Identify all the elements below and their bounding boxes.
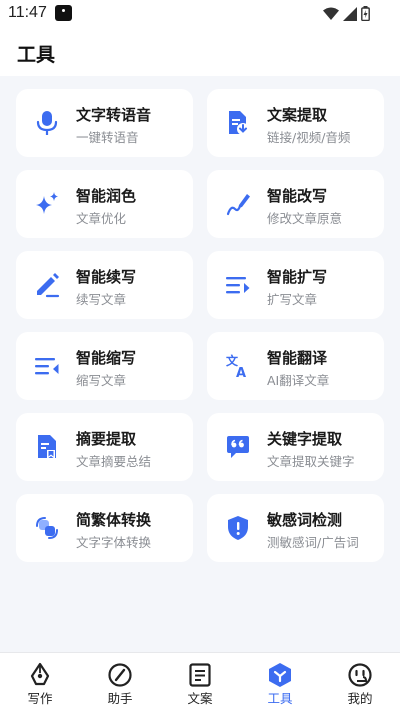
svg-text:A: A xyxy=(236,366,246,379)
quote-bubble-icon xyxy=(225,434,251,460)
camera-notification-icon xyxy=(55,5,72,21)
tool-card-translate[interactable]: 文 A 智能翻译 AI翻译文章 xyxy=(207,332,384,400)
tool-title: 智能润色 xyxy=(76,187,137,205)
tool-title: 敏感词检测 xyxy=(267,511,343,529)
tool-title: 智能改写 xyxy=(267,187,328,205)
tab-label: 我的 xyxy=(347,691,373,706)
tool-subtitle: 修改文章原意 xyxy=(267,211,343,226)
list-shrink-icon xyxy=(34,353,60,379)
tool-card-copy-extract[interactable]: 文案提取 链接/视频/音频 xyxy=(207,89,384,157)
tool-subtitle: 续写文章 xyxy=(76,292,127,307)
tool-title: 文字转语音 xyxy=(76,106,152,124)
tool-card-text-to-speech[interactable]: 文字转语音 一键转语音 xyxy=(16,89,193,157)
tool-card-polish[interactable]: 智能润色 文章优化 xyxy=(16,170,193,238)
compass-icon xyxy=(107,662,133,688)
tool-title: 智能翻译 xyxy=(267,349,328,367)
tool-card-summary[interactable]: 摘要提取 文章摘要总结 xyxy=(16,413,193,481)
convert-icon xyxy=(34,515,60,541)
document-icon xyxy=(187,662,213,688)
tool-card-simplified-traditional[interactable]: 简繁体转换 文字字体转换 xyxy=(16,494,193,562)
tool-card-expand[interactable]: 智能扩写 扩写文章 xyxy=(207,251,384,319)
translate-icon: 文 A xyxy=(225,353,251,379)
sparkle-icon xyxy=(34,191,60,217)
tool-title: 智能缩写 xyxy=(76,349,137,367)
tab-label: 写作 xyxy=(27,691,53,706)
microphone-icon xyxy=(34,110,60,136)
tool-card-abbreviate[interactable]: 智能缩写 缩写文章 xyxy=(16,332,193,400)
tool-subtitle: 缩写文章 xyxy=(76,373,127,388)
tool-subtitle: 文章优化 xyxy=(76,211,127,226)
system-icons xyxy=(323,6,370,21)
tab-copywriting[interactable]: 文案 xyxy=(160,653,240,711)
tool-subtitle: 扩写文章 xyxy=(267,292,318,307)
profile-face-icon xyxy=(347,662,373,688)
battery-icon xyxy=(361,6,370,21)
status-time: 11:47 xyxy=(8,4,47,21)
pen-curve-icon xyxy=(225,191,251,217)
tool-card-continue[interactable]: 智能续写 续写文章 xyxy=(16,251,193,319)
tab-label: 工具 xyxy=(267,691,293,706)
page-title: 工具 xyxy=(17,44,56,66)
signal-icon xyxy=(343,6,357,21)
tool-title: 摘要提取 xyxy=(76,430,137,448)
pen-nib-icon xyxy=(27,662,53,688)
tab-label: 文案 xyxy=(187,691,213,706)
tool-card-rewrite[interactable]: 智能改写 修改文章原意 xyxy=(207,170,384,238)
tools-grid: 文字转语音 一键转语音 文案提取 链接/视频/音频 智能润色 文章优化 智能改写… xyxy=(16,89,384,562)
list-expand-icon xyxy=(225,272,251,298)
tab-writing[interactable]: 写作 xyxy=(0,653,80,711)
wifi-icon xyxy=(323,7,339,20)
document-extract-icon xyxy=(225,110,251,136)
tool-subtitle: 测敏感词/广告词 xyxy=(267,535,359,550)
tool-title: 文案提取 xyxy=(267,106,328,124)
tool-subtitle: 一键转语音 xyxy=(76,130,139,145)
tab-tools[interactable]: 工具 xyxy=(240,653,320,711)
tool-subtitle: 链接/视频/音频 xyxy=(267,130,351,145)
tool-subtitle: 文字字体转换 xyxy=(76,535,152,550)
shield-alert-icon xyxy=(225,515,251,541)
tool-subtitle: 文章提取关键字 xyxy=(267,454,355,469)
tool-title: 关键字提取 xyxy=(267,430,343,448)
tool-title: 智能续写 xyxy=(76,268,137,286)
tool-card-sensitive-words[interactable]: 敏感词检测 测敏感词/广告词 xyxy=(207,494,384,562)
tab-label: 助手 xyxy=(107,691,133,706)
tab-me[interactable]: 我的 xyxy=(320,653,400,711)
tool-subtitle: AI翻译文章 xyxy=(267,373,330,388)
summary-doc-icon xyxy=(34,434,60,460)
tool-subtitle: 文章摘要总结 xyxy=(76,454,152,469)
tool-title: 简繁体转换 xyxy=(76,511,152,529)
tab-assistant[interactable]: 助手 xyxy=(80,653,160,711)
status-bar: 11:47 xyxy=(0,0,400,28)
tool-card-keywords[interactable]: 关键字提取 文章提取关键字 xyxy=(207,413,384,481)
bottom-tab-bar: 写作 助手 文案 工具 我的 xyxy=(0,652,400,711)
tool-title: 智能扩写 xyxy=(267,268,328,286)
tools-cube-icon xyxy=(267,662,293,688)
edit-pen-icon xyxy=(34,272,60,298)
